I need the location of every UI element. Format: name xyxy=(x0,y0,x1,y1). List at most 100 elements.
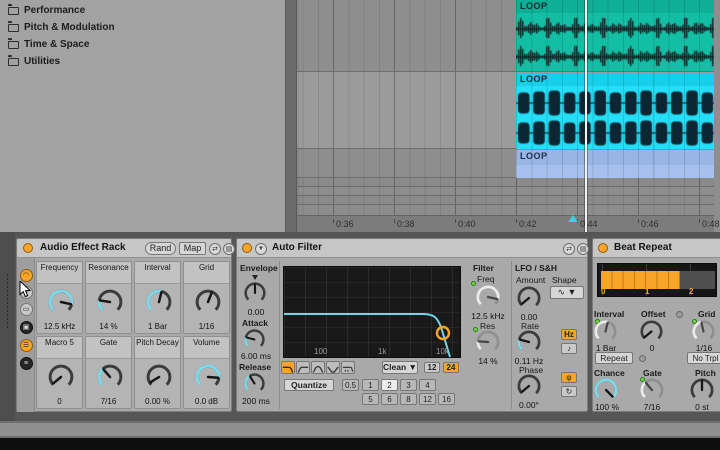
browser-panel: Performance Pitch & Modulation Time & Sp… xyxy=(0,0,285,232)
slope-12-button[interactable]: 12 xyxy=(424,362,440,373)
lfo-amount-knob[interactable] xyxy=(516,285,542,311)
device-title: Audio Effect Rack xyxy=(40,242,126,253)
folder-icon xyxy=(8,7,19,15)
interval-knob[interactable] xyxy=(593,319,618,344)
browser-item-performance[interactable]: Performance xyxy=(0,2,285,19)
beat-repeat-title-bar[interactable]: Beat Repeat xyxy=(593,239,720,258)
filter-display[interactable]: 100 1k 10k xyxy=(283,266,461,358)
browser-item-pitch-modulation[interactable]: Pitch & Modulation xyxy=(0,19,285,36)
beat-repeat-interval-bar xyxy=(601,271,680,289)
hot-swap-icon[interactable]: ⇄ xyxy=(563,243,575,255)
freq-label: Freq xyxy=(477,274,494,284)
audio-clip-2[interactable]: LOOP xyxy=(516,73,714,149)
quantize-2[interactable]: 2 xyxy=(381,379,398,391)
quantize-button[interactable]: Quantize xyxy=(284,379,334,391)
pitch-knob[interactable] xyxy=(689,377,715,403)
folder-icon xyxy=(8,24,19,32)
quantize-6[interactable]: 6 xyxy=(381,393,398,405)
auto-filter-title-bar[interactable]: ▼ Auto Filter ⇄ ▤ xyxy=(237,239,587,258)
macro-3: Interval1 Bar xyxy=(134,261,181,334)
quantize-8[interactable]: 8 xyxy=(400,393,417,405)
show-macro-controls-icon[interactable]: ☰ xyxy=(20,339,33,352)
map-button[interactable]: Map xyxy=(179,242,206,255)
lfo-spin-mode-button[interactable]: ↻ xyxy=(561,386,577,397)
rand-button[interactable]: Rand xyxy=(145,242,176,255)
macro-2-knob[interactable] xyxy=(96,288,124,316)
insert-marker[interactable] xyxy=(568,215,578,222)
browser-item-time-space[interactable]: Time & Space xyxy=(0,36,285,53)
audio-clip-3[interactable]: LOOP xyxy=(516,150,714,178)
hot-swap-icon[interactable]: ⇄ xyxy=(209,243,221,255)
interval-label: Interval xyxy=(594,309,624,319)
highpass-icon[interactable] xyxy=(296,361,310,374)
quantize-5[interactable]: 5 xyxy=(362,393,379,405)
macro-8-knob[interactable] xyxy=(194,363,222,391)
macro-5-knob[interactable] xyxy=(47,363,75,391)
macro-7: Pitch Decay0.00 % xyxy=(134,336,181,409)
macro-6-knob[interactable] xyxy=(96,363,124,391)
beat-repeat-display[interactable]: 0 1 2 xyxy=(597,263,717,297)
macro-5: Macro 50 xyxy=(36,336,83,409)
macro-4: Grid1/16 xyxy=(183,261,230,334)
show-chain-list-icon[interactable]: ▣ xyxy=(20,321,33,334)
morph-icon[interactable] xyxy=(341,361,355,374)
browser-arrangement-divider[interactable] xyxy=(285,0,297,232)
envelope-amount-knob[interactable] xyxy=(243,281,267,305)
offset-led xyxy=(676,311,683,318)
device-auto-filter: ▼ Auto Filter ⇄ ▤ Envelope 0.00 Attack 6… xyxy=(236,238,588,412)
gate-knob[interactable] xyxy=(639,377,665,403)
attack-label: Attack xyxy=(242,318,268,328)
quantize-16[interactable]: 16 xyxy=(438,393,455,405)
notch-icon[interactable] xyxy=(326,361,340,374)
macro-variation-camera-icon[interactable]: ▭ xyxy=(20,303,33,316)
device-title: Auto Filter xyxy=(272,242,322,253)
filter-res-knob[interactable] xyxy=(475,329,501,355)
repeat-button[interactable]: Repeat xyxy=(595,352,633,364)
slope-24-button[interactable]: 24 xyxy=(443,362,459,373)
quantize-3[interactable]: 3 xyxy=(400,379,417,391)
beat-repeat-rest-bar xyxy=(680,271,715,289)
quantize-0.5[interactable]: 0.5 xyxy=(342,379,359,391)
circuit-dropdown[interactable]: Clean ▼ xyxy=(382,361,418,374)
time-ruler[interactable]: 0:36 0:38 0:40 0:42 0:44 0:46 0:48 xyxy=(297,215,714,232)
release-knob[interactable] xyxy=(243,372,266,395)
offset-knob[interactable] xyxy=(639,319,664,344)
filter-freq-knob[interactable] xyxy=(475,284,501,310)
fold-device-icon[interactable]: ▼ xyxy=(255,243,267,255)
save-preset-icon[interactable]: ▤ xyxy=(577,243,589,255)
quantize-4[interactable]: 4 xyxy=(419,379,436,391)
drag-handle-dots[interactable] xyxy=(5,274,11,330)
browser-item-utilities[interactable]: Utilities xyxy=(0,53,285,70)
show-devices-icon[interactable]: ≡ xyxy=(20,357,33,370)
device-view-left-strip xyxy=(0,232,15,421)
no-triplets-dropdown[interactable]: No Trpl xyxy=(687,352,720,364)
show-macro-variations-icon[interactable]: ◠ xyxy=(20,269,33,282)
macro-2: Resonance14 % xyxy=(85,261,132,334)
lowpass-icon[interactable] xyxy=(281,361,295,374)
macro-variation-launch-icon[interactable]: ▸ xyxy=(20,286,33,299)
lfo-amount-label: Amount xyxy=(516,275,545,285)
quantize-12[interactable]: 12 xyxy=(419,393,436,405)
save-preset-icon[interactable]: ▤ xyxy=(223,243,235,255)
lfo-phase-knob[interactable] xyxy=(516,373,542,399)
rack-title-bar[interactable]: Audio Effect Rack Rand Map ⇄ ▤ xyxy=(17,239,231,258)
macro-7-knob[interactable] xyxy=(145,363,173,391)
macro-1-knob[interactable] xyxy=(47,288,75,316)
lfo-sync-button[interactable]: ♪ xyxy=(561,343,577,354)
device-on-toggle[interactable] xyxy=(23,243,33,253)
quantize-1[interactable]: 1 xyxy=(362,379,379,391)
lfo-phase-mode-button[interactable]: φ xyxy=(561,372,577,383)
audio-clip-1[interactable]: LOOP xyxy=(516,0,714,71)
chance-knob[interactable] xyxy=(593,377,619,403)
macro-3-knob[interactable] xyxy=(145,288,173,316)
lfo-rate-knob[interactable] xyxy=(516,329,542,355)
device-on-toggle[interactable] xyxy=(598,243,608,253)
lfo-hz-button[interactable]: Hz xyxy=(561,329,577,340)
lfo-shape-dropdown[interactable]: ∿ ▼ xyxy=(550,286,584,299)
attack-knob[interactable] xyxy=(243,328,266,351)
macro-4-knob[interactable] xyxy=(194,288,222,316)
bandpass-icon[interactable] xyxy=(311,361,325,374)
grid-knob[interactable] xyxy=(691,319,716,344)
bottom-black-bar xyxy=(0,438,720,450)
device-on-toggle[interactable] xyxy=(242,243,252,253)
